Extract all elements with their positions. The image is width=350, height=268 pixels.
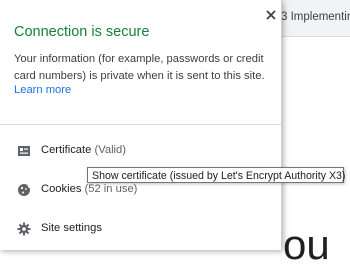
cookies-label-text: Cookies xyxy=(41,183,82,195)
learn-more-link[interactable]: Learn more xyxy=(14,84,71,96)
close-icon xyxy=(266,10,276,20)
site-settings-label: Site settings xyxy=(41,222,102,234)
connection-status-title: Connection is secure xyxy=(14,24,150,40)
certificate-row[interactable]: Certificate (Valid) xyxy=(0,137,281,165)
site-settings-row[interactable]: Site settings xyxy=(0,215,281,243)
cookie-icon xyxy=(17,183,32,197)
gear-icon xyxy=(17,222,31,236)
certificate-label-text: Certificate xyxy=(41,144,92,156)
certificate-icon xyxy=(17,144,31,158)
certificate-label: Certificate (Valid) xyxy=(41,144,126,156)
certificate-status: (Valid) xyxy=(94,144,126,156)
divider xyxy=(0,124,281,125)
connection-description: Your information (for example, passwords… xyxy=(14,53,265,82)
tab-title[interactable]: 3 Implementin xyxy=(281,11,350,23)
site-info-popup: Connection is secure Your information (f… xyxy=(0,0,282,250)
page-heading-fragment: ou xyxy=(283,221,330,268)
cookies-count: (52 in use) xyxy=(84,183,138,195)
certificate-tooltip: Show certificate (issued by Let's Encryp… xyxy=(87,167,345,183)
cookies-label: Cookies (52 in use) xyxy=(41,183,137,195)
close-button[interactable] xyxy=(264,9,278,23)
